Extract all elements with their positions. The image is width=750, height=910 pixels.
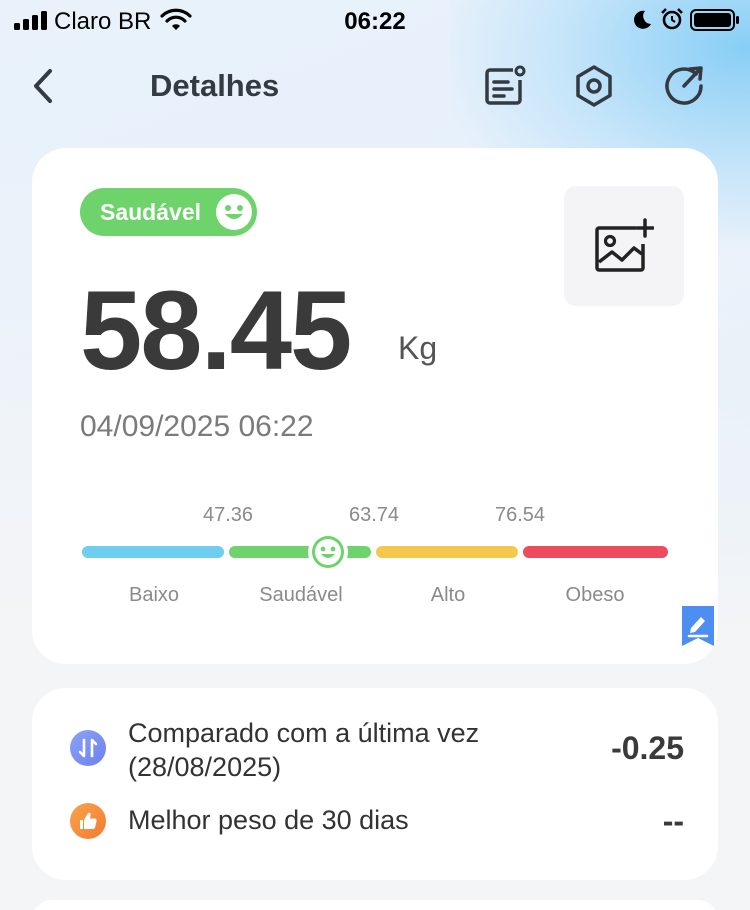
range-label-baixo: Baixo: [128, 584, 180, 606]
range-segment-baixo: [82, 546, 224, 558]
best-weight-label: Melhor peso de 30 dias: [128, 805, 409, 835]
compare-label: Comparado com a última vez: [128, 718, 480, 748]
moon-icon: [634, 10, 651, 29]
current-weight-marker-icon: [308, 532, 348, 572]
thumbs-up-icon: [70, 803, 106, 839]
threshold-obese: 76.54: [494, 504, 546, 526]
status-badge: Saudável: [80, 188, 257, 236]
page-title: Detalhes: [150, 68, 280, 103]
weight-unit: Kg: [398, 330, 438, 366]
edit-icon[interactable]: [682, 606, 714, 646]
range-segment-obeso: [523, 546, 668, 558]
battery-icon: [690, 9, 739, 31]
compare-value: -0.25: [611, 730, 684, 766]
weight-value: 58.45: [80, 268, 352, 393]
range-segment-alto: [376, 546, 518, 558]
share-icon[interactable]: [660, 62, 708, 110]
compare-arrows-icon: [70, 730, 106, 766]
range-label-alto: Alto: [430, 584, 466, 606]
settings-icon[interactable]: [570, 62, 618, 110]
add-image-icon: [595, 218, 654, 272]
report-icon[interactable]: [480, 62, 528, 110]
threshold-low: 47.36: [202, 504, 254, 526]
best-weight-value: --: [662, 803, 684, 839]
nav-bar: Detalhes: [0, 52, 750, 118]
range-label-saudavel: Saudável: [259, 584, 343, 606]
alarm-icon: [661, 8, 683, 30]
status-bar: Claro BR 06:22: [0, 0, 750, 42]
compare-date: (28/08/2025): [128, 752, 282, 782]
range-segment-saudavel: [229, 546, 371, 558]
measurement-datetime: 04/09/2025 06:22: [80, 410, 314, 443]
weight-summary-card: Saudável 58.45 Kg 04/09/2025 06:22 47.36…: [32, 148, 718, 664]
range-label-obeso: Obeso: [565, 584, 625, 606]
add-photo-button[interactable]: [564, 186, 684, 306]
next-card: [32, 900, 718, 910]
back-icon[interactable]: [28, 66, 58, 106]
comparison-card: Comparado com a última vez (28/08/2025) …: [32, 688, 718, 880]
status-badge-label: Saudável: [100, 199, 201, 225]
threshold-high: 63.74: [348, 504, 400, 526]
smiley-icon: [216, 194, 252, 230]
